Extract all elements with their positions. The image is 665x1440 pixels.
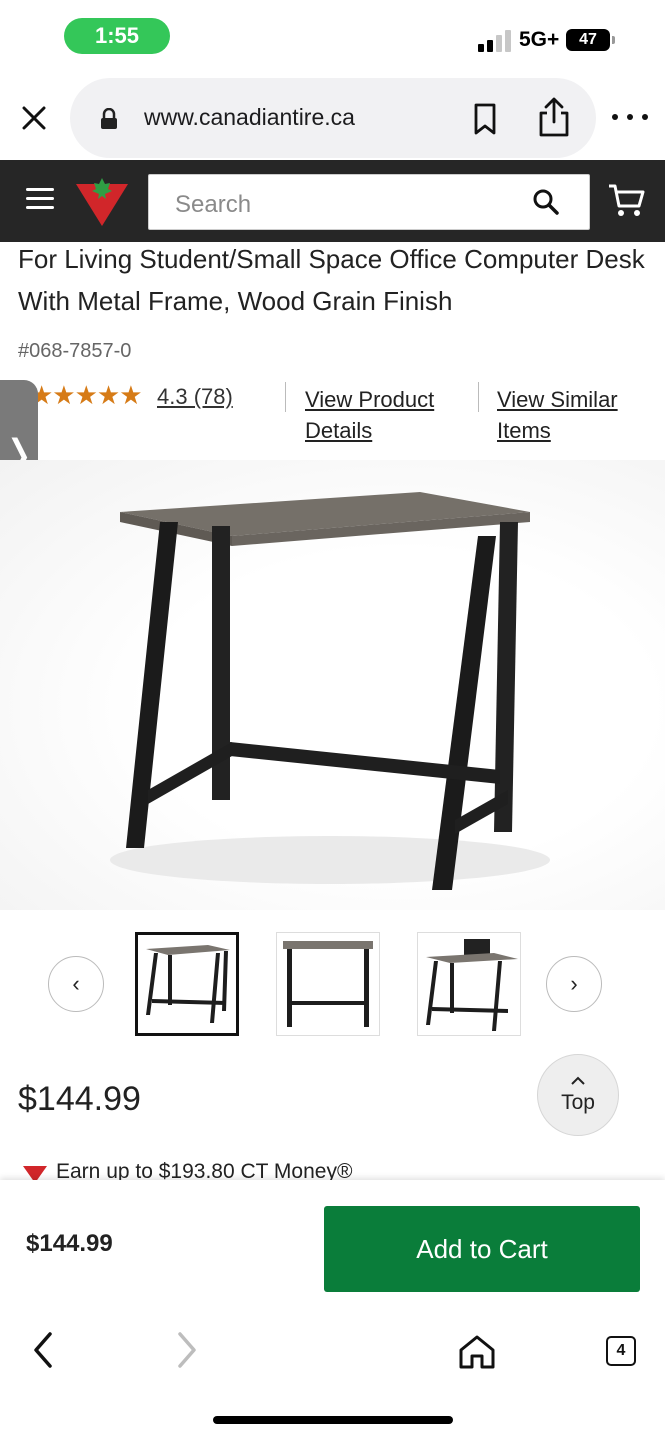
product-price: $144.99 — [18, 1080, 141, 1118]
back-arrow-icon[interactable] — [28, 1330, 58, 1370]
forward-arrow-icon[interactable] — [172, 1330, 202, 1370]
back-to-top-button[interactable]: Top — [537, 1054, 619, 1136]
status-bar: 1:55 5G+ 47 — [0, 0, 665, 72]
view-similar-items-link[interactable]: View Similar Items — [497, 384, 647, 446]
divider — [285, 382, 286, 412]
cellular-signal-icon — [478, 30, 514, 52]
status-time: 1:55 — [64, 18, 170, 54]
lock-icon — [101, 108, 117, 129]
network-type: 5G+ — [519, 28, 560, 51]
browser-nav-bar: 4 — [0, 1310, 665, 1440]
home-indicator — [213, 1416, 453, 1424]
product-sku: #068-7857-0 — [18, 340, 132, 362]
thumbnail-1[interactable] — [135, 932, 239, 1036]
top-label: Top — [561, 1090, 595, 1114]
share-icon[interactable] — [536, 96, 572, 138]
menu-icon[interactable] — [26, 188, 56, 212]
bookmark-icon[interactable] — [470, 102, 500, 136]
search-input[interactable]: Search — [148, 174, 590, 230]
sticky-cart-bar: $144.99 Add to Cart — [0, 1180, 665, 1310]
search-placeholder: Search — [175, 191, 252, 218]
battery-icon: 47 — [566, 29, 615, 51]
more-options-icon[interactable] — [612, 110, 648, 124]
tabs-count-icon[interactable]: 4 — [606, 1336, 636, 1366]
close-icon[interactable] — [14, 98, 54, 138]
star-rating: ★★★★★ — [30, 380, 143, 410]
rating-link[interactable]: 4.3 (78) — [157, 384, 233, 410]
chevron-up-icon — [571, 1076, 585, 1085]
chevron-left-icon[interactable]: ‹ — [48, 956, 104, 1012]
chevron-right-icon[interactable]: › — [546, 956, 602, 1012]
browser-toolbar: www.canadiantire.ca — [0, 76, 665, 160]
thumbnail-3[interactable] — [417, 932, 521, 1036]
divider — [478, 382, 479, 412]
thumbnail-2[interactable] — [276, 932, 380, 1036]
canadian-tire-logo[interactable] — [74, 174, 130, 228]
address-bar[interactable]: www.canadiantire.ca — [70, 78, 596, 158]
product-title: For Living Student/Small Space Office Co… — [18, 244, 645, 316]
site-header: Search — [0, 160, 665, 242]
search-icon[interactable] — [531, 187, 561, 217]
cart-icon[interactable] — [606, 180, 646, 220]
home-icon[interactable] — [458, 1334, 496, 1370]
add-to-cart-button[interactable]: Add to Cart — [324, 1206, 640, 1292]
sticky-price: $144.99 — [26, 1230, 113, 1257]
rating-row: ★★★★★ 4.3 (78) View Product Details View… — [0, 380, 665, 450]
url-text: www.canadiantire.ca — [144, 104, 355, 130]
view-product-details-link[interactable]: View Product Details — [305, 384, 455, 446]
image-thumbnails: ‹ › — [0, 930, 665, 1040]
product-image[interactable] — [0, 460, 665, 910]
desk-image — [110, 492, 550, 890]
